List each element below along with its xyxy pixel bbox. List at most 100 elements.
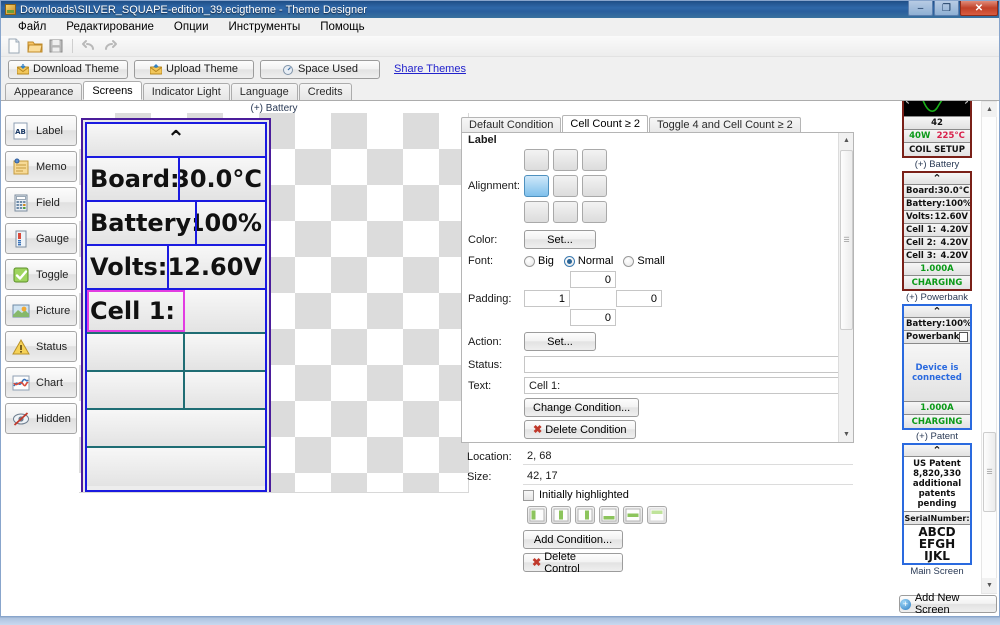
add-condition-button[interactable]: Add Condition... [523, 530, 623, 549]
palette-item-toggle[interactable]: Toggle [5, 259, 77, 290]
align-top-center-button[interactable] [553, 149, 578, 171]
save-disk-icon[interactable] [47, 37, 65, 55]
palette-item-label[interactable]: AB Label [5, 115, 77, 146]
preview-screen-patent[interactable]: ⌃ US Patent 8,820,330 additional patents… [902, 443, 972, 565]
device-cell-cell1-label[interactable]: Cell 1: [87, 290, 185, 332]
menu-item-edit[interactable]: Редактирование [56, 19, 164, 35]
anchor-middle-v-icon[interactable] [623, 506, 643, 524]
preview-screen-coil[interactable]: ‹ › 42 40W 225°C COIL SETUP [902, 101, 972, 158]
share-themes-link[interactable]: Share Themes [394, 63, 466, 75]
window-controls[interactable]: – ❐ ✕ [908, 1, 998, 16]
add-new-screen-button[interactable]: + Add New Screen [899, 595, 997, 613]
palette-item-gauge[interactable]: Gauge [5, 223, 77, 254]
align-top-right-button[interactable] [582, 149, 607, 171]
initially-highlighted-checkbox[interactable] [523, 490, 534, 501]
new-file-icon[interactable] [5, 37, 23, 55]
device-row-cell1[interactable]: Cell 1: [87, 290, 265, 334]
menu-item-help[interactable]: Помощь [310, 19, 374, 35]
close-button[interactable]: ✕ [960, 1, 998, 16]
tab-indicator-light[interactable]: Indicator Light [143, 83, 230, 100]
space-used-button[interactable]: Space Used [260, 60, 380, 79]
align-middle-left-button[interactable] [524, 175, 549, 197]
device-cell-blank-2[interactable] [87, 448, 265, 486]
padding-top-input[interactable]: 0 [570, 271, 616, 288]
coil-left-arrow-icon[interactable]: ‹ [904, 101, 910, 108]
anchor-left-icon[interactable] [527, 506, 547, 524]
anchor-right-icon[interactable] [575, 506, 595, 524]
tab-appearance[interactable]: Appearance [5, 83, 82, 100]
align-middle-right-button[interactable] [582, 175, 607, 197]
anchor-center-h-icon[interactable] [551, 506, 571, 524]
preview-scroll-down-arrow[interactable]: ▼ [982, 578, 997, 593]
anchor-top-icon[interactable] [647, 506, 667, 524]
device-cell-cell3-label[interactable] [87, 372, 185, 408]
font-option-small[interactable]: Small [623, 255, 665, 267]
delete-control-button[interactable]: ✖ Delete Control [523, 553, 623, 572]
scroll-down-arrow[interactable]: ▼ [839, 427, 854, 442]
preview-scroll-thumb[interactable]: ☰ [983, 432, 996, 512]
tab-cell-count-2[interactable]: Cell Count ≥ 2 [562, 115, 648, 132]
tab-screens[interactable]: Screens [83, 81, 141, 100]
scroll-up-arrow[interactable]: ▲ [839, 133, 854, 148]
action-set-button[interactable]: Set... [524, 332, 596, 351]
device-row-battery[interactable]: Battery: 100% [87, 202, 265, 246]
font-option-normal[interactable]: Normal [564, 255, 613, 267]
scroll-thumb[interactable]: ☰ [840, 150, 853, 330]
device-row-board[interactable]: Board: 30.0°C [87, 158, 265, 202]
device-row-cell2[interactable] [87, 334, 265, 372]
device-row-blank-2[interactable] [87, 448, 265, 486]
palette-item-status[interactable]: Status [5, 331, 77, 362]
align-bottom-left-button[interactable] [524, 201, 549, 223]
device-row-chevron[interactable]: ⌃ [87, 124, 265, 158]
tab-toggle4-cellcount[interactable]: Toggle 4 and Cell Count ≥ 2 [649, 117, 801, 132]
open-folder-icon[interactable] [26, 37, 44, 55]
delete-condition-button[interactable]: ✖ Delete Condition [524, 420, 636, 439]
design-canvas[interactable]: ⌃ Board: 30.0°C Battery: 100% Volts: 12.… [79, 113, 469, 493]
tab-credits[interactable]: Credits [299, 83, 352, 100]
align-top-left-button[interactable] [524, 149, 549, 171]
palette-item-hidden[interactable]: Hidden [5, 403, 77, 434]
menu-item-tools[interactable]: Инструменты [219, 19, 311, 35]
preview-scroll-up-arrow[interactable]: ▲ [982, 102, 997, 117]
preview-strip-scrollbar[interactable]: ▲ ☰ ▼ [981, 101, 997, 594]
redo-icon[interactable] [101, 37, 119, 55]
preview-screen-battery[interactable]: ⌃ Board: 30.0°C Battery: 100% Volts: 12.… [902, 171, 972, 291]
device-cell-cell2-value[interactable] [185, 334, 265, 370]
padding-left-input[interactable]: 1 [524, 290, 570, 307]
coil-right-arrow-icon[interactable]: › [964, 101, 970, 108]
text-input[interactable]: Cell 1: [524, 377, 844, 394]
tab-default-condition[interactable]: Default Condition [461, 117, 561, 132]
device-row-blank-1[interactable] [87, 410, 265, 448]
palette-item-memo[interactable]: Memo [5, 151, 77, 182]
tab-language[interactable]: Language [231, 83, 298, 100]
anchor-bottom-icon[interactable] [599, 506, 619, 524]
change-condition-button[interactable]: Change Condition... [524, 398, 639, 417]
palette-item-picture[interactable]: Picture [5, 295, 77, 326]
align-middle-center-button[interactable] [553, 175, 578, 197]
device-row-cell3[interactable] [87, 372, 265, 410]
undo-icon[interactable] [80, 37, 98, 55]
palette-item-field[interactable]: Field [5, 187, 77, 218]
color-set-button[interactable]: Set... [524, 230, 596, 249]
status-input[interactable] [524, 356, 844, 373]
device-row-volts[interactable]: Volts: 12.60V [87, 246, 265, 290]
menu-item-file[interactable]: Файл [8, 19, 56, 35]
padding-right-input[interactable]: 0 [616, 290, 662, 307]
device-screen-preview[interactable]: ⌃ Board: 30.0°C Battery: 100% Volts: 12.… [81, 118, 271, 493]
device-cell-cell2-label[interactable] [87, 334, 185, 370]
screen-preview-strip[interactable]: ‹ › 42 40W 225°C COIL SETUP (+) Battery … [897, 101, 977, 616]
minimize-button[interactable]: – [908, 1, 933, 16]
upload-theme-button[interactable]: Upload Theme [134, 60, 254, 79]
download-theme-button[interactable]: Download Theme [8, 60, 128, 79]
maximize-button[interactable]: ❐ [934, 1, 959, 16]
properties-vertical-scrollbar[interactable]: ▲ ☰ ▼ [838, 133, 853, 442]
align-bottom-right-button[interactable] [582, 201, 607, 223]
align-bottom-center-button[interactable] [553, 201, 578, 223]
font-option-big[interactable]: Big [524, 255, 554, 267]
palette-item-chart[interactable]: Chart [5, 367, 77, 398]
preview-screen-powerbank[interactable]: ⌃ Battery: 100% Powerbank Device is conn… [902, 304, 972, 430]
device-cell-cell1-value[interactable] [185, 290, 265, 332]
device-cell-cell3-value[interactable] [185, 372, 265, 408]
menu-item-options[interactable]: Опции [164, 19, 219, 35]
padding-bottom-input[interactable]: 0 [570, 309, 616, 326]
